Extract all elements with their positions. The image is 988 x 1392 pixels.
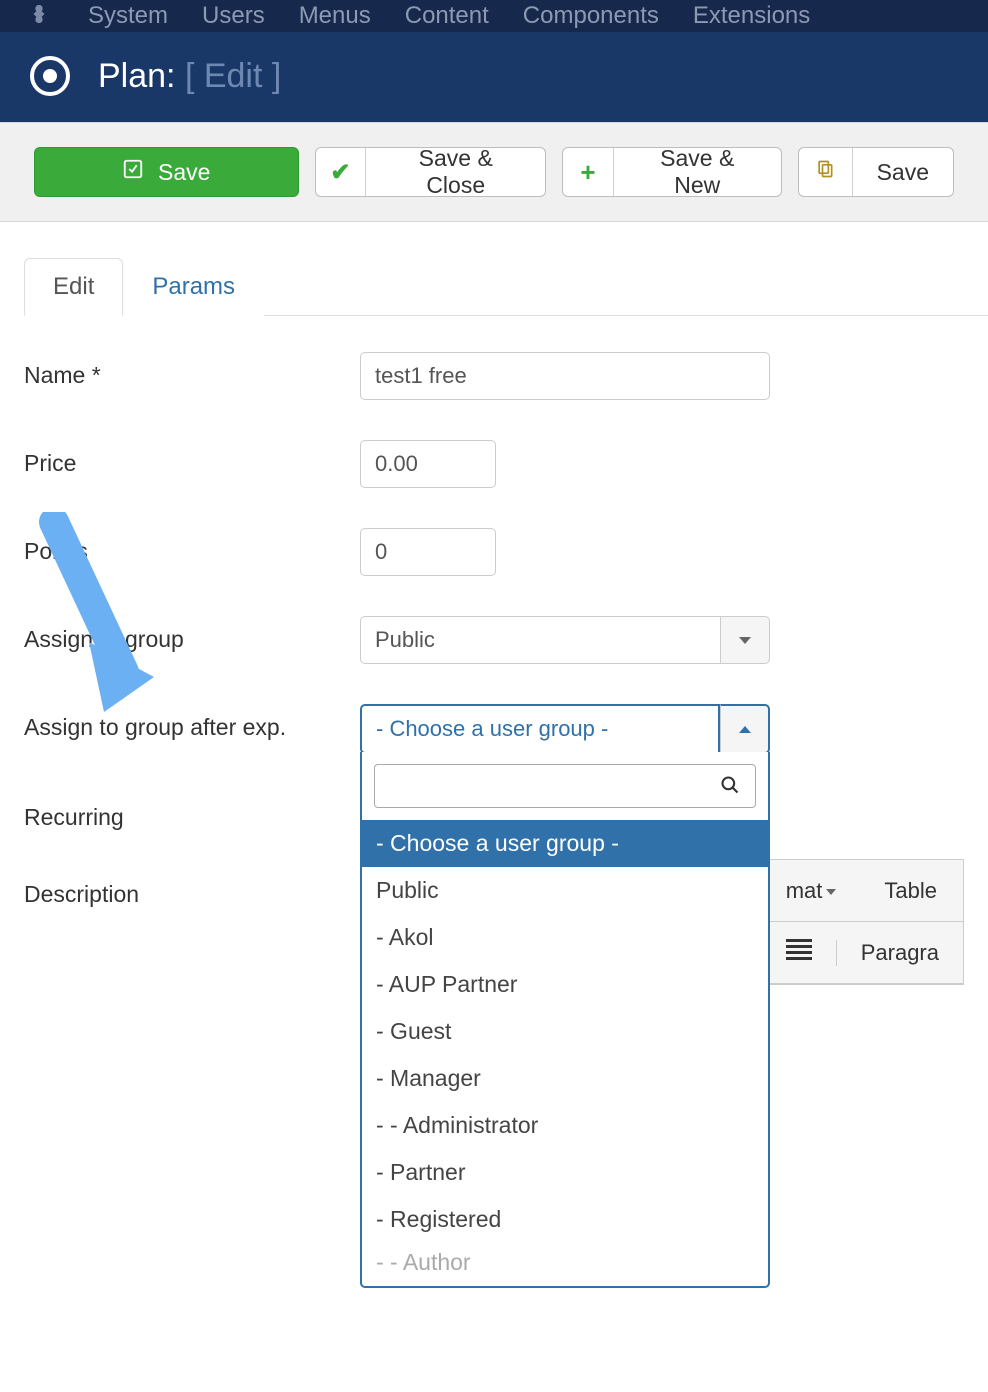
dropdown-option[interactable]: - - Administrator bbox=[362, 1102, 768, 1149]
assign-group-label: Assign to group bbox=[24, 616, 360, 653]
chevron-down-icon bbox=[826, 889, 836, 895]
dropdown-option[interactable]: - AUP Partner bbox=[362, 961, 768, 1008]
dropdown-option[interactable]: - Akol bbox=[362, 914, 768, 961]
name-input[interactable] bbox=[360, 352, 770, 400]
dropdown-option[interactable]: - Choose a user group - bbox=[362, 820, 768, 867]
price-label: Price bbox=[24, 440, 360, 477]
nav-components[interactable]: Components bbox=[523, 2, 659, 30]
dropdown-option[interactable]: - Guest bbox=[362, 1008, 768, 1055]
price-input[interactable] bbox=[360, 440, 496, 488]
dropdown-option[interactable]: Public bbox=[362, 867, 768, 914]
points-input[interactable] bbox=[360, 528, 496, 576]
dropdown-option[interactable]: - Registered bbox=[362, 1196, 768, 1243]
assign-group-caret[interactable] bbox=[720, 616, 770, 664]
save-copy-button[interactable]: Save bbox=[798, 147, 954, 197]
row-assign-group: Assign to group Public bbox=[24, 616, 964, 664]
admin-top-nav: System Users Menus Content Components Ex… bbox=[0, 0, 988, 32]
nav-system[interactable]: System bbox=[88, 2, 168, 30]
dropdown-list: - Choose a user group - Public - Akol - … bbox=[362, 820, 768, 1286]
dropdown-search-input[interactable] bbox=[374, 764, 756, 808]
assign-group-select[interactable]: Public bbox=[360, 616, 770, 664]
plus-icon: + bbox=[580, 157, 595, 188]
row-assign-exp: Assign to group after exp. - Choose a us… bbox=[24, 704, 964, 754]
assign-exp-value: - Choose a user group - bbox=[360, 704, 720, 754]
save-new-button[interactable]: + Save & New bbox=[562, 147, 781, 197]
assign-group-value: Public bbox=[360, 616, 720, 664]
save-close-button[interactable]: ✔ Save & Close bbox=[315, 147, 547, 197]
justify-icon[interactable] bbox=[762, 936, 836, 969]
save-button[interactable]: Save bbox=[34, 147, 299, 197]
pencil-square-icon bbox=[122, 158, 144, 186]
nav-users[interactable]: Users bbox=[202, 2, 265, 30]
edit-form: Name * Price Points Assign to group Publ… bbox=[0, 316, 988, 908]
chevron-up-icon bbox=[739, 726, 751, 733]
joomla-logo-icon bbox=[24, 3, 54, 30]
nav-extensions[interactable]: Extensions bbox=[693, 2, 810, 30]
user-group-dropdown: - Choose a user group - Public - Akol - … bbox=[360, 752, 770, 1288]
recurring-label: Recurring bbox=[24, 794, 360, 831]
page-title: Plan: [ Edit ] bbox=[98, 57, 281, 96]
copy-icon bbox=[815, 159, 835, 185]
tab-edit[interactable]: Edit bbox=[24, 258, 123, 316]
editor-table-menu[interactable]: Table bbox=[860, 878, 961, 904]
search-icon bbox=[720, 775, 740, 801]
dropdown-option[interactable]: - - Author bbox=[362, 1243, 768, 1286]
form-tabs: Edit Params bbox=[24, 258, 988, 316]
row-price: Price bbox=[24, 440, 964, 488]
row-name: Name * bbox=[24, 352, 964, 400]
assign-exp-select[interactable]: - Choose a user group - - Choose a user … bbox=[360, 704, 770, 754]
row-points: Points bbox=[24, 528, 964, 576]
assign-exp-caret[interactable] bbox=[720, 704, 770, 754]
tab-params[interactable]: Params bbox=[123, 258, 264, 316]
page-header: Plan: [ Edit ] bbox=[0, 32, 988, 122]
check-icon: ✔ bbox=[330, 158, 350, 187]
nav-content[interactable]: Content bbox=[405, 2, 489, 30]
nav-menus[interactable]: Menus bbox=[299, 2, 371, 30]
editor-format-menu[interactable]: mat bbox=[762, 878, 861, 904]
description-label: Description bbox=[24, 871, 360, 908]
action-toolbar: Save ✔ Save & Close + Save & New Save bbox=[0, 122, 988, 222]
chevron-down-icon bbox=[739, 637, 751, 644]
editor-paragraph-select[interactable]: Paragra bbox=[836, 940, 963, 966]
assign-exp-label: Assign to group after exp. bbox=[24, 704, 360, 741]
dropdown-option[interactable]: - Manager bbox=[362, 1055, 768, 1102]
name-label: Name * bbox=[24, 352, 360, 389]
points-label: Points bbox=[24, 528, 360, 565]
radio-icon bbox=[30, 56, 70, 96]
dropdown-option[interactable]: - Partner bbox=[362, 1149, 768, 1196]
editor-toolbar-peek: mat Table Paragra bbox=[761, 859, 964, 985]
